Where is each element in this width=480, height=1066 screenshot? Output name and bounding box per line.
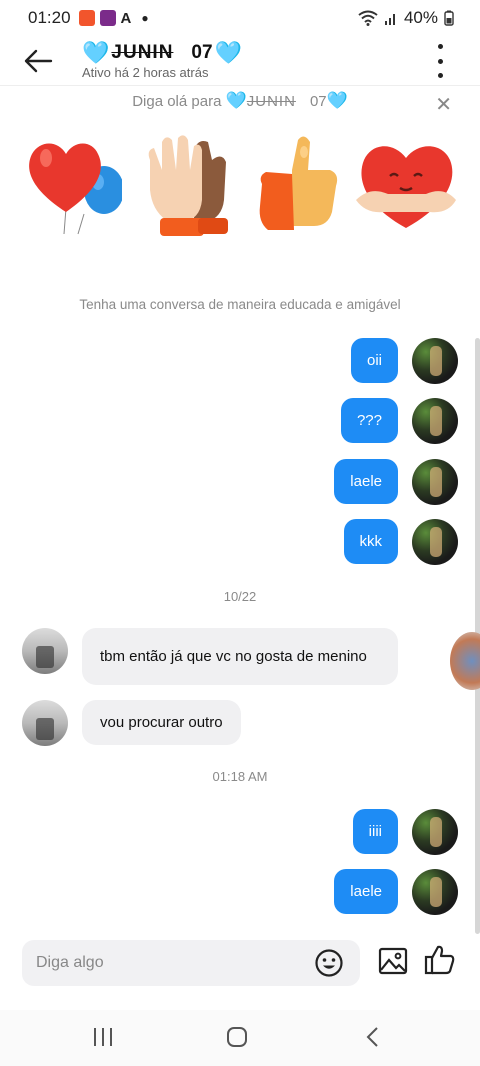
message-bubble-outgoing[interactable]: laele: [334, 459, 398, 504]
sticker-row: [22, 130, 462, 240]
conversation-hint: Tenha uma conversa de maneira educada e …: [79, 297, 401, 312]
close-greeting-button[interactable]: ✕: [435, 92, 452, 117]
battery-icon: [444, 10, 454, 26]
chat-header: 🩵 JUNIN 07 🩵 Ativo há 2 horas atrás: [0, 36, 480, 86]
contact-avatar[interactable]: [22, 628, 68, 674]
contact-info[interactable]: 🩵 JUNIN 07 🩵 Ativo há 2 horas atrás: [82, 39, 242, 80]
contact-name-number: 07: [191, 41, 213, 63]
message-row: laele: [334, 459, 398, 504]
contact-avatar[interactable]: [22, 700, 68, 746]
signal-icon: [384, 14, 395, 25]
my-avatar[interactable]: [412, 338, 458, 384]
status-bar: 01:20 A ● 40%: [0, 0, 480, 36]
contact-name: 🩵 JUNIN 07 🩵: [82, 39, 242, 65]
date-separator: 10/22: [223, 589, 257, 604]
menu-dot-icon: [437, 44, 443, 49]
menu-dot-icon: [437, 58, 443, 64]
message-bubble-outgoing[interactable]: ???: [340, 398, 398, 443]
more-options-button[interactable]: [430, 44, 450, 78]
message-row: kkk: [343, 519, 398, 564]
contact-name-text: JUNIN: [111, 41, 174, 63]
home-icon[interactable]: [226, 1026, 248, 1048]
recent-apps-icon[interactable]: [92, 1026, 114, 1048]
heart-hug-sticker[interactable]: [352, 130, 456, 240]
message-row: tbm então já que vc no gosta de menino: [82, 628, 398, 685]
greeting-name: JUNIN: [246, 93, 296, 110]
wifi-icon: [358, 10, 378, 26]
last-active-status: Ativo há 2 horas atrás: [82, 64, 209, 80]
system-navigation-bar: [0, 1010, 480, 1066]
back-nav-icon[interactable]: [362, 1026, 384, 1048]
emoji-icon[interactable]: [314, 948, 344, 978]
message-bubble-outgoing[interactable]: oii: [350, 338, 398, 383]
image-icon[interactable]: [378, 946, 408, 976]
message-bubble-outgoing[interactable]: kkk: [343, 519, 398, 564]
message-row: laele: [334, 869, 398, 914]
greeting-number: 07: [309, 93, 327, 110]
my-avatar[interactable]: [412, 809, 458, 855]
message-row: vou procurar outro: [82, 700, 241, 745]
message-bubble-outgoing[interactable]: laele: [334, 869, 398, 914]
message-bubble-incoming[interactable]: tbm então já que vc no gosta de menino: [82, 628, 398, 685]
floating-bubble-avatar[interactable]: [450, 632, 480, 690]
thumbs-up-icon[interactable]: [424, 944, 456, 976]
app-notification-icon: [78, 10, 95, 26]
message-row: ???: [340, 398, 398, 443]
more-notifications-dot-icon: ●: [141, 11, 149, 25]
message-input-placeholder: Diga algo: [36, 954, 104, 971]
status-time: 01:20: [28, 8, 71, 27]
font-app-icon: A: [120, 9, 132, 27]
greeting-prefix: Diga olá para: [132, 93, 226, 110]
greeting-banner: Diga olá para 🩵JUNIN 07🩵: [0, 92, 480, 110]
my-avatar[interactable]: [412, 459, 458, 505]
battery-percent: 40%: [403, 8, 438, 27]
time-separator: 01:18 AM: [212, 769, 268, 784]
heart-balloons-sticker[interactable]: [22, 130, 124, 240]
my-avatar[interactable]: [412, 869, 458, 915]
thumbs-up-sticker[interactable]: [248, 130, 348, 240]
arrow-left-icon: [24, 49, 53, 72]
back-button[interactable]: [18, 41, 58, 81]
heart-left-emoji: 🩵: [82, 39, 110, 65]
game-notification-icon: [99, 10, 116, 26]
message-bubble-outgoing[interactable]: iiii: [352, 809, 398, 854]
message-row: oii: [350, 338, 398, 383]
heart-right-emoji: 🩵: [214, 39, 242, 65]
menu-dot-icon: [437, 73, 443, 78]
greeting-heart-emoji-2: 🩵: [326, 91, 348, 110]
message-input[interactable]: Diga algo: [22, 940, 360, 986]
my-avatar[interactable]: [412, 519, 458, 565]
high-five-sticker[interactable]: [138, 130, 238, 240]
message-row: iiii: [352, 809, 398, 854]
my-avatar[interactable]: [412, 398, 458, 444]
message-bubble-incoming[interactable]: vou procurar outro: [82, 700, 241, 745]
greeting-heart-emoji: 🩵: [225, 91, 247, 110]
